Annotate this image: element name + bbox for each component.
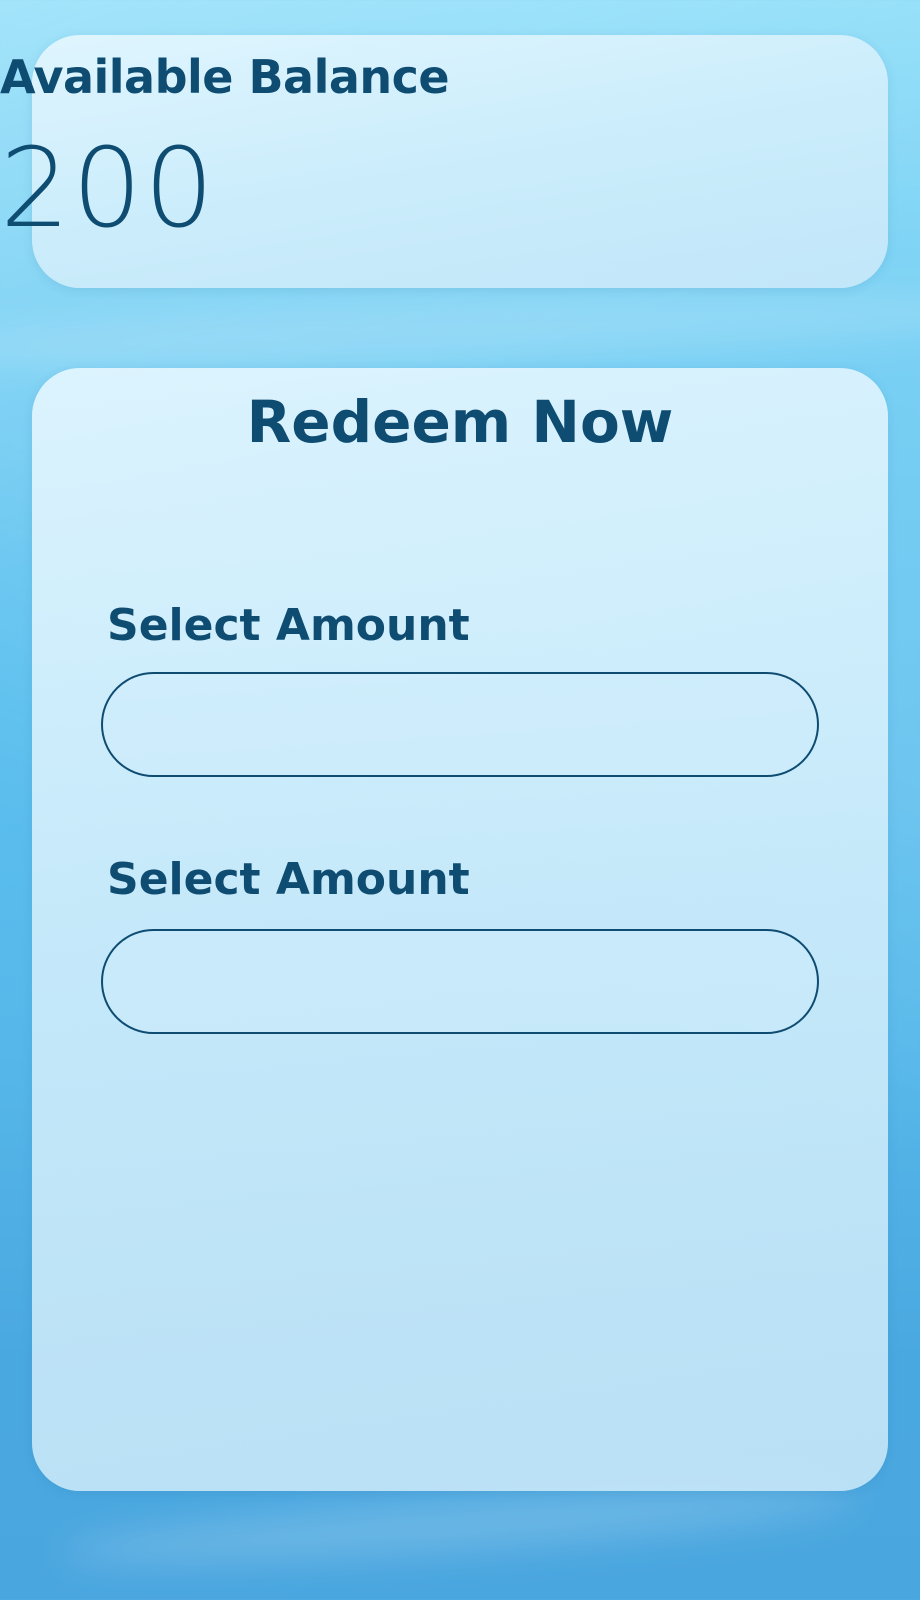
amount-input[interactable] bbox=[101, 929, 819, 1034]
balance-value: 200 bbox=[0, 124, 216, 252]
amount-input[interactable] bbox=[101, 672, 819, 777]
background-highlight bbox=[0, 280, 920, 380]
select-amount-label: Select Amount bbox=[107, 600, 470, 651]
redeem-title: Redeem Now bbox=[246, 388, 674, 456]
select-amount-label: Select Amount bbox=[107, 854, 470, 905]
balance-title: Available Balance bbox=[0, 50, 450, 104]
